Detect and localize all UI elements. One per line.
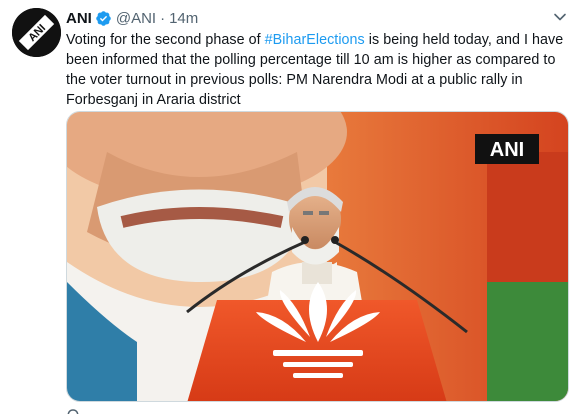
author-handle[interactable]: @ANI [116,10,156,27]
author-name[interactable]: ANI [66,10,92,27]
rally-photo: ANI [67,112,568,401]
tweet-text-part: Voting for the second phase of [66,32,265,48]
reply-icon[interactable] [66,405,80,414]
tweet-text: Voting for the second phase of #BiharEle… [66,30,568,110]
verified-badge-icon [95,10,112,27]
chevron-down-icon[interactable] [551,8,569,26]
ani-logo-icon: ANI [12,8,61,57]
separator-dot: · [160,9,166,27]
hashtag-link[interactable]: #BiharElections [265,32,365,48]
tweet-header: ANI @ANI · 14m [66,8,198,28]
avatar[interactable]: ANI [12,8,61,57]
tweet-timestamp[interactable]: 14m [169,10,198,27]
media-watermark: ANI [490,139,524,161]
tweet-card[interactable]: ANI ANI @ANI · 14m Voting for the second… [0,0,581,414]
tweet-media-image[interactable]: ANI [66,111,569,402]
